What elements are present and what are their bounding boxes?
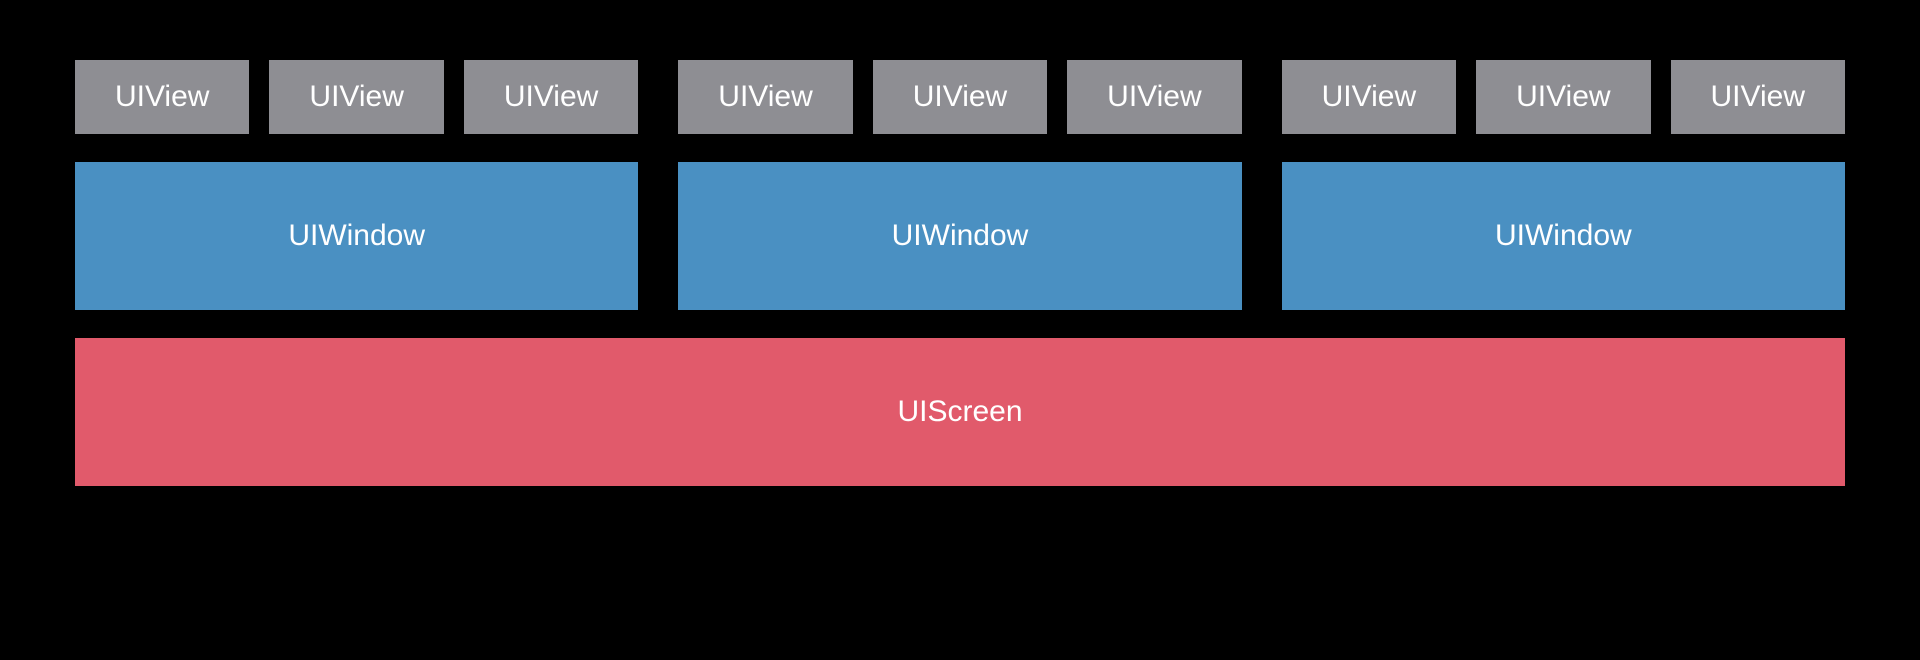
uiview-box: UIView [1476,60,1650,134]
uiview-box: UIView [464,60,638,134]
uiview-group-2: UIView UIView UIView [678,60,1241,134]
uiview-box: UIView [269,60,443,134]
uiview-row: UIView UIView UIView UIView UIView UIVie… [75,60,1845,134]
uiview-box: UIView [75,60,249,134]
uiview-group-1: UIView UIView UIView [75,60,638,134]
uiview-box: UIView [1282,60,1456,134]
uiwindow-box: UIWindow [1282,162,1845,310]
uiview-group-3: UIView UIView UIView [1282,60,1845,134]
uiview-box: UIView [1067,60,1241,134]
uiview-box: UIView [678,60,852,134]
uiwindow-box: UIWindow [678,162,1241,310]
uiscreen-box: UIScreen [75,338,1845,486]
uiview-box: UIView [1671,60,1845,134]
uiview-box: UIView [873,60,1047,134]
uiwindow-row: UIWindow UIWindow UIWindow [75,162,1845,310]
uiwindow-box: UIWindow [75,162,638,310]
uiscreen-row: UIScreen [75,338,1845,486]
